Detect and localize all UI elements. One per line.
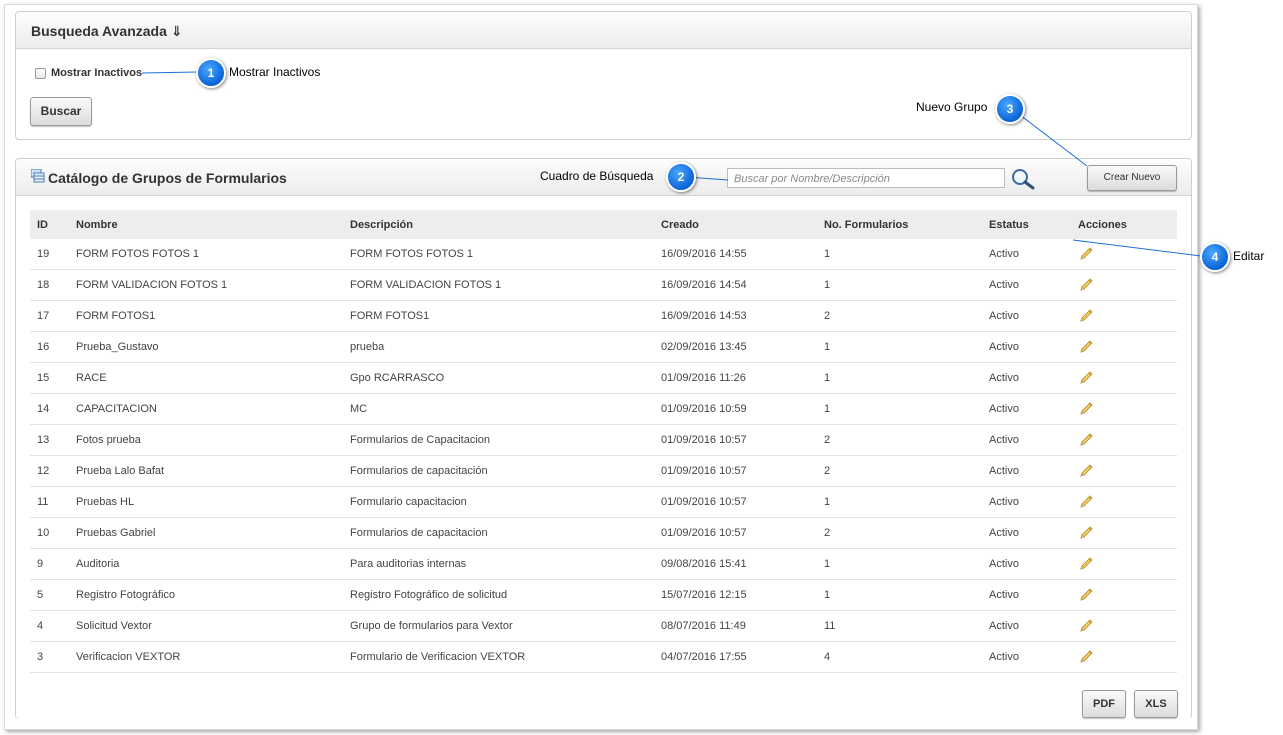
callout-2: 2 xyxy=(666,162,696,192)
callout-1: 1 xyxy=(196,58,226,88)
callout-4: 4 xyxy=(1200,242,1230,272)
callout-3: 3 xyxy=(995,94,1025,124)
callout-connectors xyxy=(141,71,1202,257)
callout-2-label: Cuadro de Búsqueda xyxy=(540,169,654,183)
callout-4-label: Editar xyxy=(1233,249,1265,263)
callout-1-label: Mostrar Inactivos xyxy=(229,65,321,79)
callout-3-label: Nuevo Grupo xyxy=(916,100,988,114)
